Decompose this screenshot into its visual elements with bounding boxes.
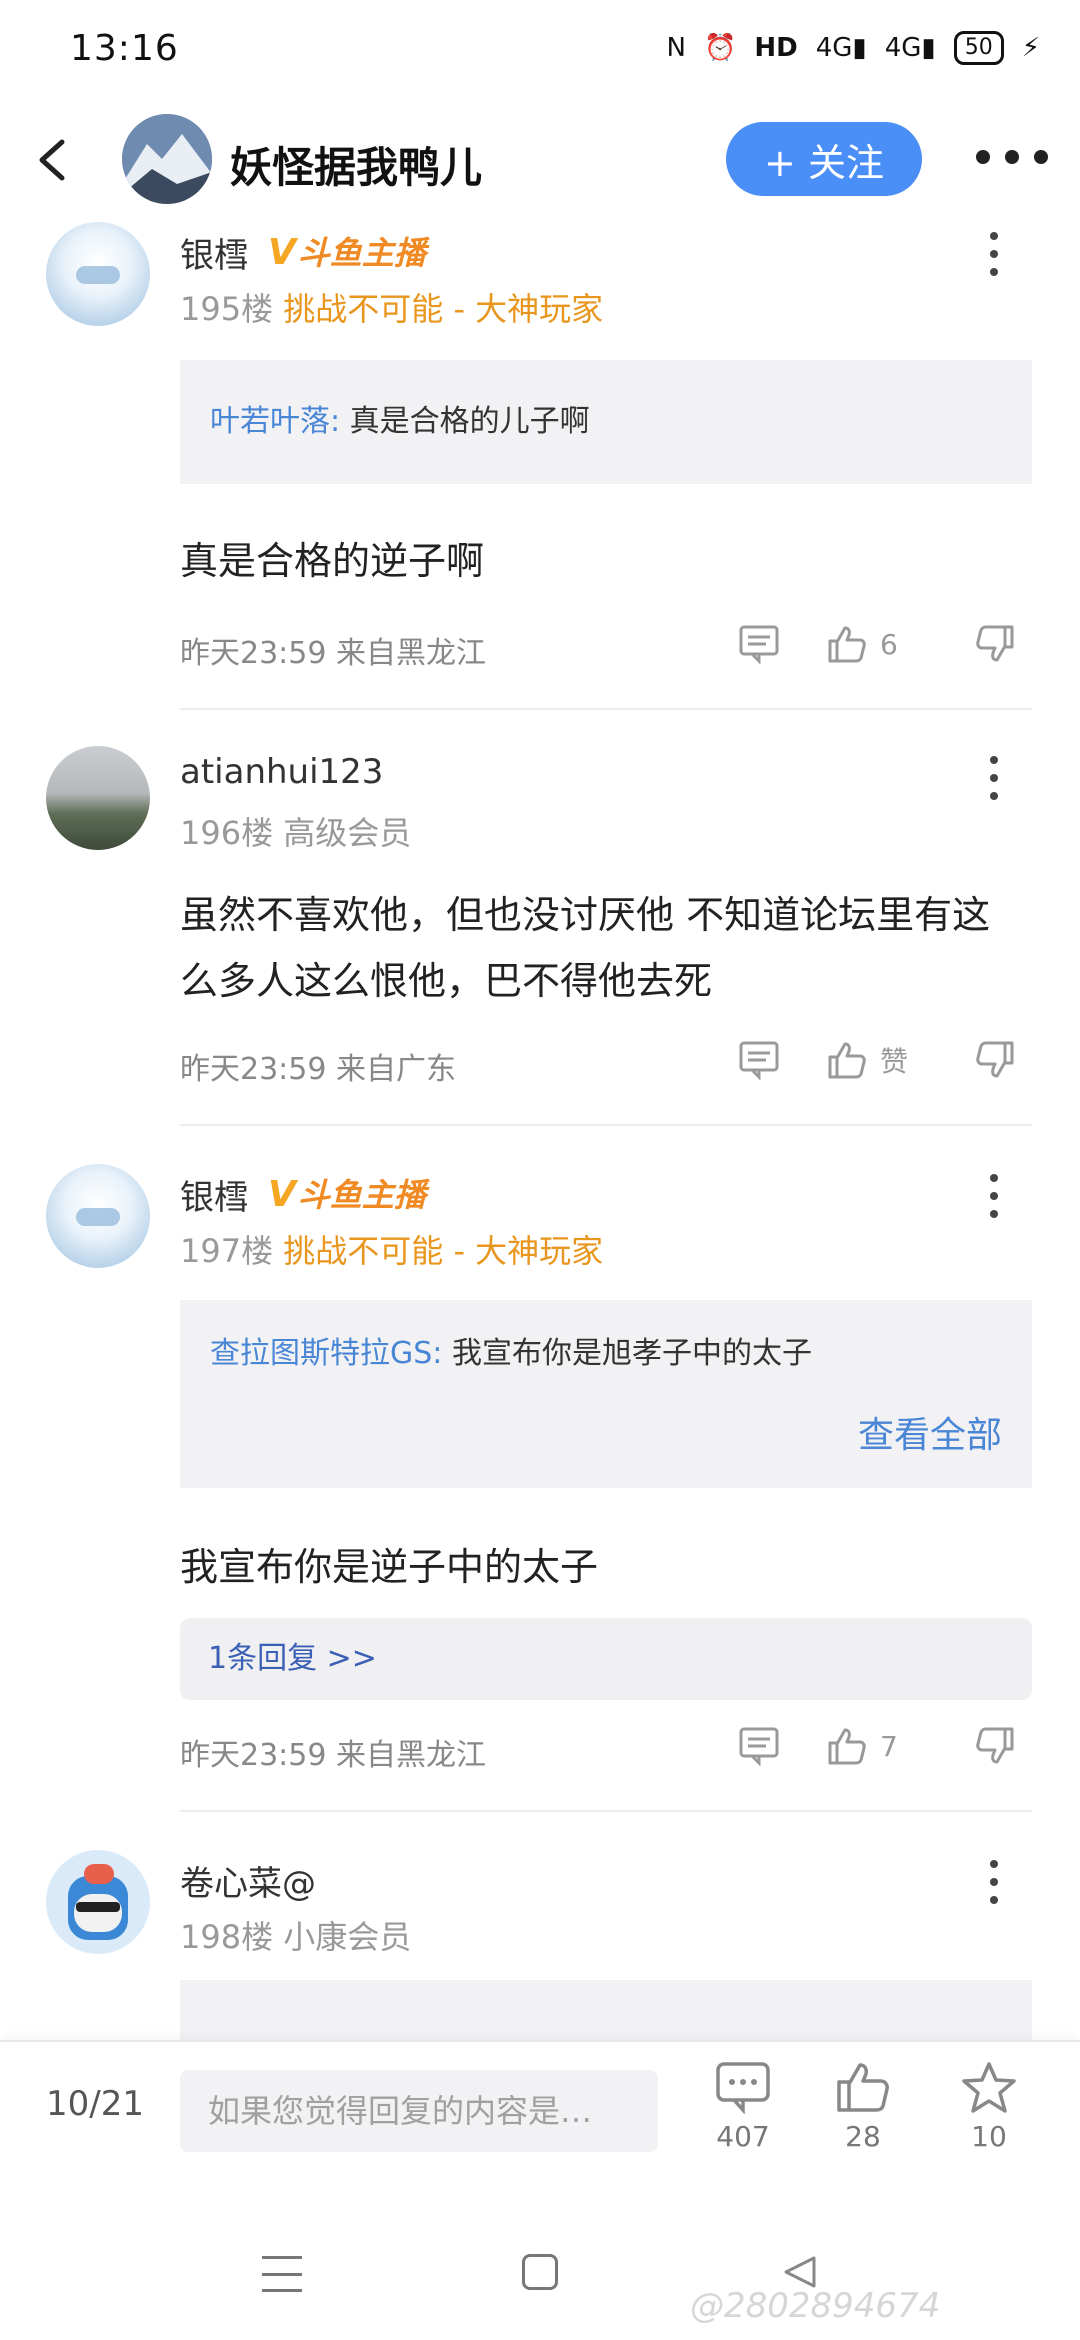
status-time: 13:16 bbox=[70, 27, 179, 69]
like-count: 6 bbox=[880, 627, 898, 661]
post-content: 真是合格的逆子啊 bbox=[180, 539, 485, 583]
like-count: 7 bbox=[880, 1729, 898, 1763]
user-avatar[interactable] bbox=[46, 222, 150, 326]
post-meta: 昨天23:59 来自广东 bbox=[180, 1052, 456, 1087]
username[interactable]: 卷心菜@ bbox=[180, 1856, 316, 1905]
author-avatar[interactable] bbox=[122, 114, 212, 204]
post-menu-icon[interactable] bbox=[990, 232, 1004, 276]
alarm-icon: ⏰ bbox=[703, 33, 737, 63]
favorites-count: 10 bbox=[971, 2120, 1007, 2153]
quote-text: 我宣布你是旭孝子中的太子 bbox=[451, 1336, 812, 1371]
thumbs-up-icon bbox=[828, 626, 866, 663]
username[interactable]: 银樰 bbox=[180, 228, 248, 277]
see-all-link[interactable]: 查看全部 bbox=[858, 1408, 1002, 1464]
comment-bubble-icon bbox=[716, 2062, 770, 2114]
reply-input[interactable] bbox=[180, 2070, 658, 2152]
system-nav-bar: @2802894674 bbox=[0, 2180, 1080, 2340]
like-count: 赞 bbox=[880, 1045, 909, 1078]
hd-icon: HD bbox=[754, 33, 798, 63]
comment-icon bbox=[739, 1041, 779, 1080]
dislike-action[interactable] bbox=[974, 624, 1016, 664]
floor-info: 198楼 小康会员 bbox=[180, 1918, 412, 1956]
signal-icon: 4G▮ bbox=[815, 33, 867, 63]
charging-icon: ⚡ bbox=[1021, 33, 1040, 63]
thumbs-down-icon bbox=[976, 625, 1014, 662]
dislike-action[interactable] bbox=[974, 1726, 1016, 1766]
thumbs-down-icon bbox=[976, 1727, 1014, 1764]
likes-count: 28 bbox=[845, 2120, 881, 2153]
page-indicator[interactable]: 10/21 bbox=[46, 2084, 144, 2124]
favorite-button[interactable]: 10 bbox=[944, 2060, 1034, 2153]
thumbs-up-icon bbox=[837, 2063, 889, 2112]
post-menu-icon[interactable] bbox=[990, 756, 1004, 800]
floor-info: 196楼 高级会员 bbox=[180, 814, 412, 852]
quoted-reply[interactable] bbox=[180, 1980, 1032, 2040]
quoted-reply[interactable]: 叶若叶落: 真是合格的儿子啊 bbox=[180, 360, 1032, 484]
like-action[interactable]: 赞 bbox=[826, 1040, 908, 1080]
watermark: @2802894674 bbox=[690, 2286, 941, 2326]
battery-icon: 50 bbox=[953, 31, 1004, 65]
like-thread-button[interactable]: 28 bbox=[818, 2060, 908, 2153]
comment-action[interactable] bbox=[738, 624, 780, 664]
thumbs-up-icon bbox=[828, 1042, 866, 1079]
comments-button[interactable]: 407 bbox=[698, 2060, 788, 2153]
floor-info: 195楼 挑战不可能 - 大神玩家 bbox=[180, 290, 604, 328]
post-meta: 昨天23:59 来自黑龙江 bbox=[180, 636, 486, 671]
quoted-reply[interactable]: 查拉图斯特拉GS: 我宣布你是旭孝子中的太子 查看全部 bbox=[180, 1300, 1032, 1488]
floor-info: 197楼 挑战不可能 - 大神玩家 bbox=[180, 1232, 604, 1270]
username[interactable]: atianhui123 bbox=[180, 752, 383, 792]
status-bar: 13:16 Ν ⏰ HD 4G▮ 4G▮ 50 ⚡ bbox=[0, 0, 1080, 96]
more-options-icon[interactable] bbox=[976, 150, 1048, 170]
back-arrow-icon[interactable] bbox=[32, 136, 72, 184]
comment-icon bbox=[739, 625, 779, 664]
star-icon bbox=[962, 2062, 1016, 2113]
comments-count: 407 bbox=[716, 2120, 770, 2153]
post-menu-icon[interactable] bbox=[990, 1860, 1004, 1904]
comment-icon bbox=[739, 1727, 779, 1766]
comment-action[interactable] bbox=[738, 1040, 780, 1080]
post-divider bbox=[180, 708, 1032, 710]
author-name[interactable]: 妖怪据我鸭儿 bbox=[230, 134, 482, 195]
douyu-streamer-badge: V斗鱼主播 bbox=[268, 1174, 426, 1215]
quote-author[interactable]: 查拉图斯特拉GS: bbox=[210, 1336, 442, 1371]
quote-author[interactable]: 叶若叶落: bbox=[210, 404, 340, 439]
quote-text: 真是合格的儿子啊 bbox=[349, 404, 590, 439]
home-icon[interactable] bbox=[522, 2254, 558, 2290]
nfc-icon: Ν bbox=[666, 33, 686, 63]
post-divider bbox=[180, 1124, 1032, 1126]
user-avatar[interactable] bbox=[46, 1164, 150, 1268]
thumbs-up-icon bbox=[828, 1728, 866, 1765]
user-avatar[interactable] bbox=[46, 1850, 150, 1954]
post-meta: 昨天23:59 来自黑龙江 bbox=[180, 1738, 486, 1773]
comment-action[interactable] bbox=[738, 1726, 780, 1766]
bottom-action-bar: 10/21 407 28 10 bbox=[0, 2040, 1080, 2180]
recent-apps-icon[interactable] bbox=[262, 2256, 302, 2292]
replies-link[interactable]: 1条回复 >> bbox=[180, 1618, 1032, 1700]
post-divider bbox=[180, 1810, 1032, 1812]
post-content: 虽然不喜欢他，但也没讨厌他 不知道论坛里有这么多人这么恨他，巴不得他去死 bbox=[180, 893, 991, 1003]
post-content: 我宣布你是逆子中的太子 bbox=[180, 1545, 599, 1589]
douyu-streamer-badge: V斗鱼主播 bbox=[268, 232, 426, 273]
like-action[interactable]: 6 bbox=[826, 624, 898, 664]
username[interactable]: 银樰 bbox=[180, 1170, 248, 1219]
status-icons: Ν ⏰ HD 4G▮ 4G▮ 50 ⚡ bbox=[667, 31, 1040, 65]
signal-icon: 4G▮ bbox=[884, 33, 936, 63]
follow-button[interactable]: + 关注 bbox=[726, 122, 922, 196]
thumbs-down-icon bbox=[976, 1041, 1014, 1078]
dislike-action[interactable] bbox=[974, 1040, 1016, 1080]
user-avatar[interactable] bbox=[46, 746, 150, 850]
post-menu-icon[interactable] bbox=[990, 1174, 1004, 1218]
like-action[interactable]: 7 bbox=[826, 1726, 898, 1766]
thread-header: 妖怪据我鸭儿 + 关注 bbox=[0, 100, 1080, 220]
